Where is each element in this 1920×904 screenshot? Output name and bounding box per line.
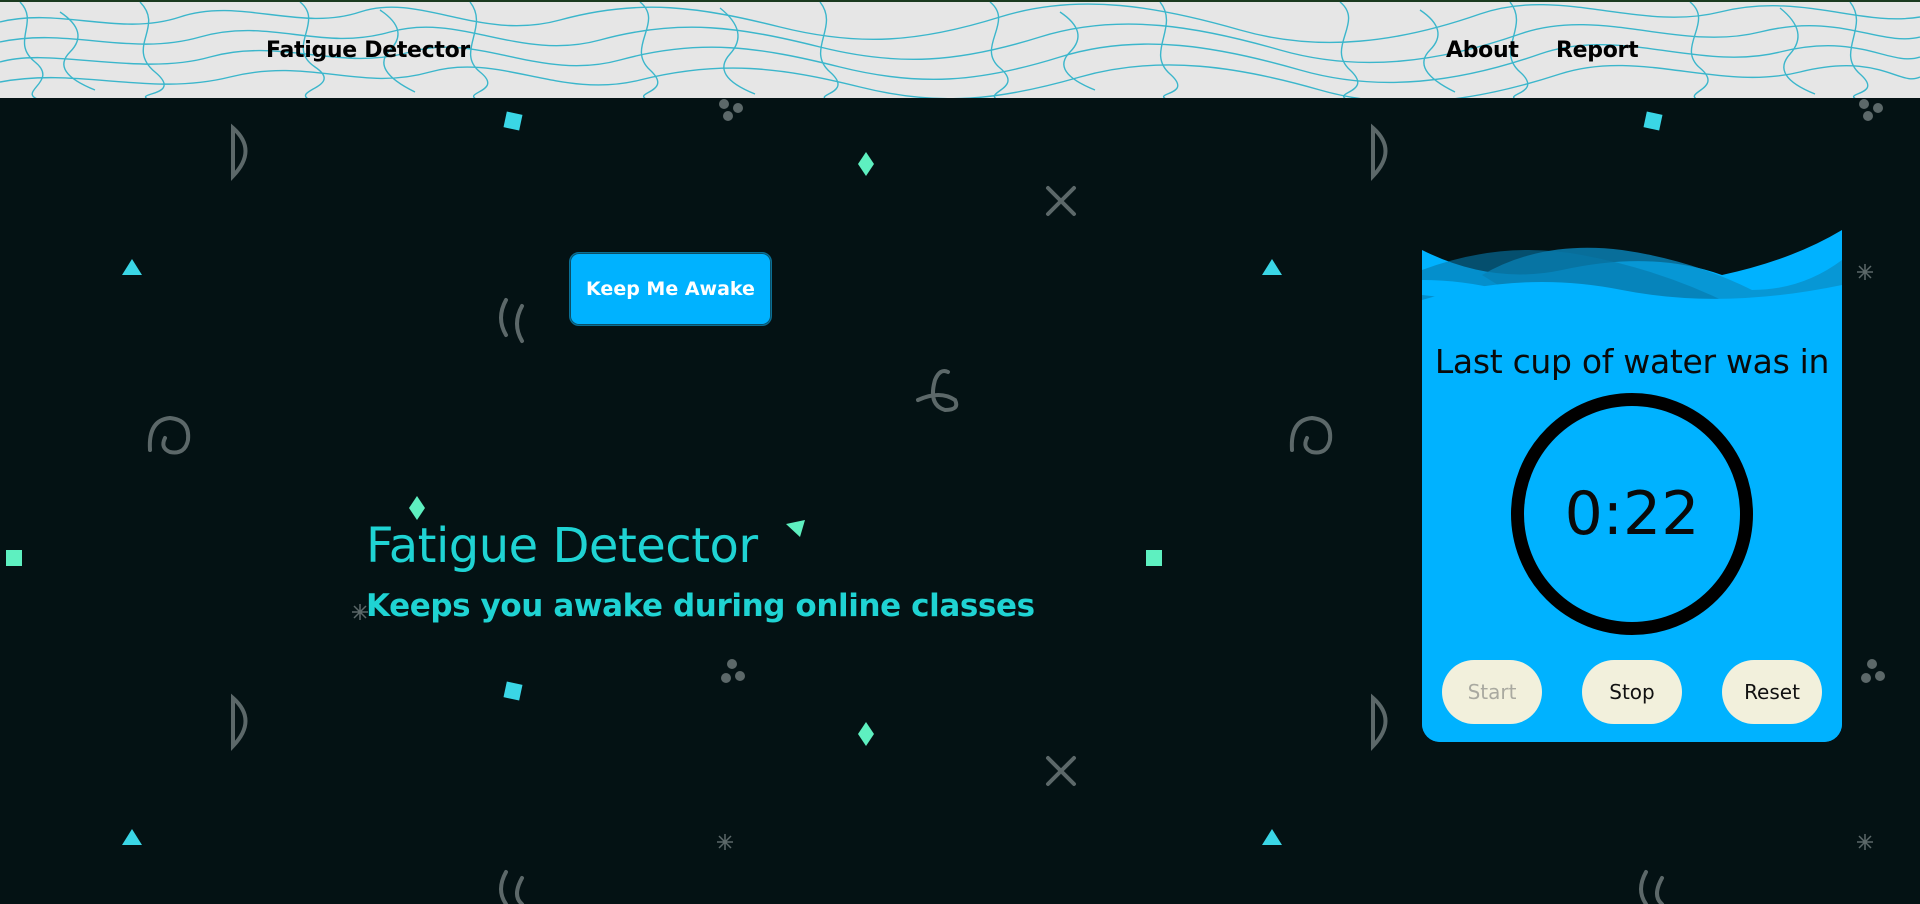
water-card-title: Last cup of water was in <box>1434 342 1830 381</box>
keep-me-awake-button[interactable]: Keep Me Awake <box>569 252 772 326</box>
hero-title: Fatigue Detector <box>366 518 758 574</box>
nav-link-about[interactable]: About <box>1446 38 1519 63</box>
brand-link[interactable]: Fatigue Detector <box>266 38 470 63</box>
start-button[interactable]: Start <box>1442 660 1542 724</box>
stop-button[interactable]: Stop <box>1582 660 1682 724</box>
hero-subtitle: Keeps you awake during online classes <box>366 588 1035 624</box>
reset-button[interactable]: Reset <box>1722 660 1822 724</box>
timer-value: 0:22 <box>1564 479 1700 549</box>
water-reminder-card: Last cup of water was in 0:22 Start Stop… <box>1422 230 1842 742</box>
nav-link-report[interactable]: Report <box>1556 38 1639 63</box>
navbar: Fatigue Detector About Report <box>0 0 1920 98</box>
